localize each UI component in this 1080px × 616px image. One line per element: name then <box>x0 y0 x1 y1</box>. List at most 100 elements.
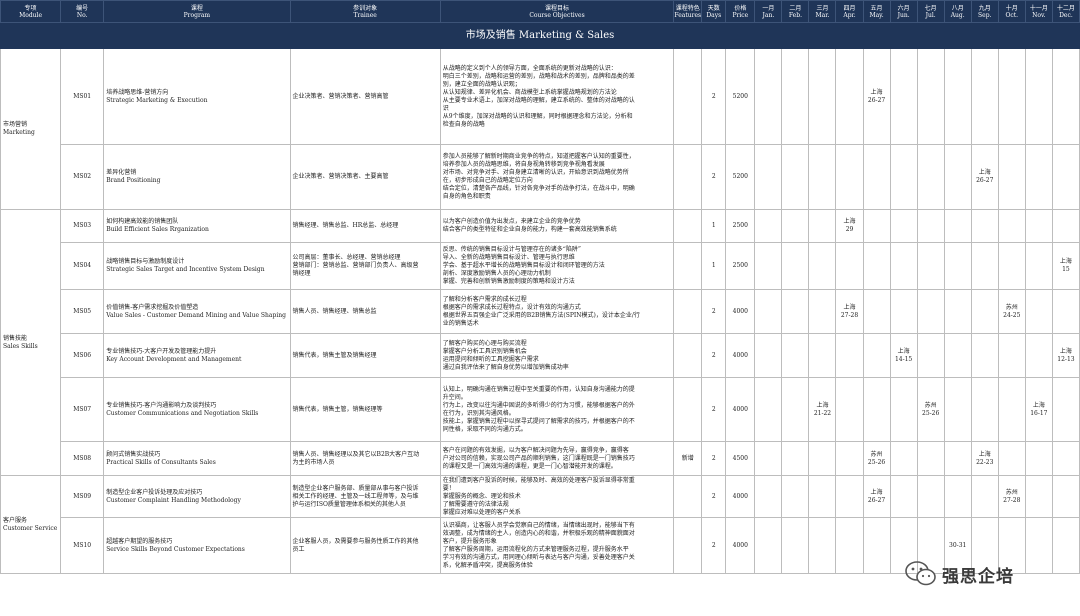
text-line: 在行为，识别其沟通风格。 <box>442 409 515 417</box>
text-line: 超越客户期望的服务技巧 <box>106 537 173 545</box>
text-line: 上海 <box>870 488 883 496</box>
text-line: 苏州 <box>870 450 883 458</box>
text-line: 的课程又是一门高效沟通的课程，更是一门心智潜能开发的课程。 <box>442 462 617 470</box>
course-code: MS05 <box>60 289 105 334</box>
schedule-cell-jul <box>916 475 945 518</box>
schedule-cell-jul <box>916 144 945 210</box>
schedule-cell-oct <box>997 209 1026 243</box>
text-line: 14-15 <box>894 355 913 363</box>
schedule-cell-may <box>862 333 891 378</box>
schedule-cell-nov <box>1024 475 1053 518</box>
schedule-cell-apr: 上海 27-28 <box>835 289 864 334</box>
schedule-cell-jun <box>889 209 918 243</box>
text-line: 培养参加人员的战略思维，将自身视角转移到竞争视角看发展 <box>442 161 605 168</box>
schedule-cell-feb <box>781 48 810 145</box>
schedule-cell-oct <box>997 48 1026 145</box>
course-code: MS07 <box>60 377 105 442</box>
schedule-cell-mar: 上海 21-22 <box>808 377 837 442</box>
course-code: MS01 <box>60 48 105 145</box>
text-line: 价值销售-客户需求挖掘及价值塑造 <box>106 303 199 311</box>
text-line: 反思、传统的销售目标设计与管理存在的诸多“陷阱” <box>442 246 581 253</box>
course-title[interactable]: 战略销售目标与激励制度设计 Strategic Sales Target and … <box>103 242 291 290</box>
text-line: 26-27 <box>976 177 994 184</box>
course-days: 2 <box>701 517 727 574</box>
schedule-cell-aug <box>943 209 972 243</box>
course-title[interactable]: 如何构建高效能的销售团队 Build Efficient Sales Rrgani… <box>103 209 291 243</box>
text-line: 效调整，成为情绪的主人，创造内心的和谐，并积极乐观的精神面貌面对 <box>442 529 635 537</box>
schedule-cell-jan <box>754 242 783 290</box>
schedule-cell-sep: 上海 22-23 <box>970 441 999 476</box>
schedule-cell-aug <box>943 242 972 290</box>
schedule-cell-may: 上海 26-27 <box>862 48 891 145</box>
text-line: 对市场、对竞争对手、对自身建立清晰的认识，开始意识到战略优势所 <box>442 169 629 176</box>
schedule-cell-may <box>862 517 891 574</box>
schedule-cell-apr: 上海 29 <box>835 209 864 243</box>
text-line: 30-31 <box>949 541 967 549</box>
text-line: 在我们遭到客户投诉的时候，能够及时、高效的处理客户投诉显得非常重 <box>442 476 635 484</box>
header-month-feb: 二月 Feb. <box>781 0 810 23</box>
schedule-cell-may <box>862 144 891 210</box>
course-code: MS08 <box>60 441 105 476</box>
module-cell: 客户服务 Customer Service <box>0 475 62 574</box>
text-line: 了解和分析客户需求的成长过程 <box>442 295 527 303</box>
schedule-cell-dec <box>1051 209 1080 243</box>
header-month-aug: 八月 Aug. <box>943 0 972 23</box>
schedule-cell-sep <box>970 242 999 290</box>
text-line: 业的销售话术 <box>442 319 479 327</box>
course-code: MS02 <box>60 144 105 210</box>
course-objectives: 从战略的定义到个人的领导方面，全面系统的更新对战略的认识： 明白三个差别，战略和运… <box>439 48 675 145</box>
course-title[interactable]: 培养战略思维-营销方向 Strategic Marketing & Executi… <box>103 48 291 145</box>
schedule-cell-nov <box>1024 48 1053 145</box>
text-line: 从主要专业术语上，加深对战略的理解，建立系统的、整体的对战略的认 <box>442 96 635 104</box>
text-line: Build Efficient Sales Rrganization <box>106 226 209 233</box>
text-line: 客户服务 <box>3 516 28 524</box>
text-line: 销售技能 <box>3 334 28 342</box>
text-line: 29 <box>845 226 854 233</box>
text-line: 参加人员能够了解新时期商业竞争的特点，知道把握客户认知的重要性， <box>442 153 635 160</box>
course-features <box>673 517 703 574</box>
course-title[interactable]: 超越客户期望的服务技巧 Service Skills Beyond Custome… <box>103 517 291 574</box>
schedule-cell-apr <box>835 475 864 518</box>
header-month-mar: 三月 Mar. <box>808 0 837 23</box>
text-line: Customer Service <box>3 524 58 532</box>
course-title[interactable]: 专业销售技巧-大客户开发及管理能力提升 Key Account Developme… <box>103 333 291 378</box>
section-title: 市场及销售 Marketing & Sales <box>0 22 1080 49</box>
schedule-cell-apr <box>835 441 864 476</box>
course-title[interactable]: 制造型企业客户投诉处理及应对技巧 Customer Complaint Handl… <box>103 475 291 518</box>
text-line: Brand Positioning <box>106 177 161 184</box>
text-line: 战略销售目标与激励制度设计 <box>106 258 185 265</box>
schedule-cell-jan <box>754 441 783 476</box>
text-line: 专业销售技巧-客户沟通影响力及谈判技巧 <box>106 401 217 409</box>
header-module: 专项 Module <box>0 0 62 23</box>
course-title[interactable]: 差异化营销 Brand Positioning <box>103 144 291 210</box>
course-objectives: 反思、传统的销售目标设计与管理存在的诸多“陷阱” 导入、全新的战略销售目标设计、管… <box>439 242 675 290</box>
text-line: 掌握服务的概念、理论和技术 <box>442 492 521 500</box>
course-objectives: 了解和分析客户需求的成长过程 根据客户的需求成长过程特点，设计有效的沟通方式 根据世… <box>439 289 675 334</box>
schedule-cell-apr <box>835 144 864 210</box>
course-title[interactable]: 价值销售-客户需求挖掘及价值塑造 Value Sales - Customer D… <box>103 289 291 334</box>
course-title[interactable]: 顾问式销售实战技巧 Practical Skills of Consultants… <box>103 441 291 476</box>
text-line: 销售代表，销售主管及销售经理 <box>292 351 377 359</box>
schedule-cell-nov: 上海 16-17 <box>1024 377 1053 442</box>
schedule-cell-may <box>862 242 891 290</box>
course-price: 4500 <box>725 441 756 476</box>
course-title[interactable]: 专业销售技巧-客户沟通影响力及谈判技巧 Customer Communicatio… <box>103 377 291 442</box>
schedule-cell-sep <box>970 209 999 243</box>
schedule-cell-sep <box>970 333 999 378</box>
header-month-jul: 七月 Jul. <box>916 0 945 23</box>
text-line: 了解客户服务周期，运用流程化的方式来管理服务过程，提升服务水平 <box>442 545 629 553</box>
text-line: 户对公司的信赖，实现公司产品的顺利销售，这门课程既是一门销售技巧 <box>442 454 635 462</box>
text-line: 专业销售技巧-大客户开发及管理能力提升 <box>106 347 217 355</box>
text-line: 检查自身的战略 <box>442 120 485 128</box>
course-objectives: 参加人员能够了解新时期商业竞争的特点，知道把握客户认知的重要性， 培养参加人员的战… <box>439 144 675 210</box>
text-line: Customer Communications and Negotiation … <box>106 409 259 417</box>
schedule-cell-sep <box>970 289 999 334</box>
schedule-cell-jun <box>889 48 918 145</box>
schedule-cell-may: 苏州 25-26 <box>862 441 891 476</box>
wechat-icon <box>904 559 938 589</box>
header-month-oct: 十月 Oct. <box>997 0 1026 23</box>
schedule-cell-dec <box>1051 289 1080 334</box>
course-trainee: 销售代表，销售主管及销售经理 <box>289 333 441 378</box>
schedule-cell-jul <box>916 48 945 145</box>
schedule-cell-jan <box>754 209 783 243</box>
